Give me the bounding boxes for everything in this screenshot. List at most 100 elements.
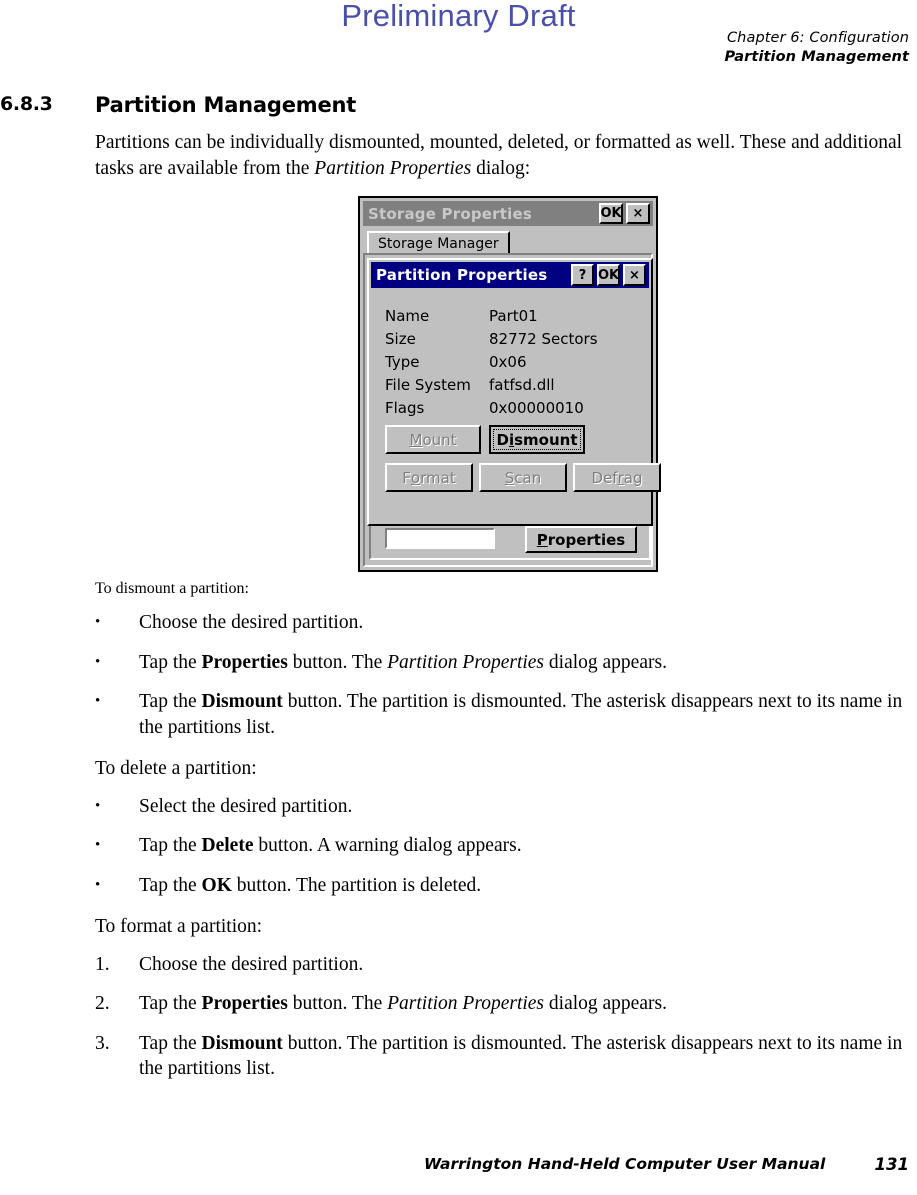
header-section-line: Partition Management [724, 49, 909, 65]
list-item-text: Select the desired partition. [139, 794, 915, 820]
text-italic: Partition Properties [387, 651, 545, 673]
list-item: • Tap the Dismount button. The partition… [95, 689, 915, 740]
storage-properties-title: Storage Properties [368, 204, 532, 223]
partition-properties-titlebar: Partition Properties ? OK × [371, 262, 649, 288]
tab-storage-manager[interactable]: Storage Manager [367, 231, 510, 254]
page-footer: Warrington Hand-Held Computer User Manua… [0, 1155, 917, 1179]
field-value-name: Part01 [489, 306, 538, 325]
list-item: 2. Tap the Properties button. The Partit… [95, 991, 915, 1017]
list-marker: 1. [95, 953, 110, 975]
procedure-format: To format a partition: 1. Choose the des… [95, 914, 915, 1082]
mount-button[interactable]: Mount [385, 425, 481, 454]
partition-field-list: Name Part01 Size 82772 Sectors Type 0x06… [385, 304, 643, 419]
intro-paragraph: Partitions can be individually dismounte… [95, 130, 915, 181]
text-bold: Delete [201, 835, 254, 856]
body-content: Partitions can be individually dismounte… [95, 130, 915, 181]
list-marker: • [95, 614, 101, 630]
format-prefix: F [402, 468, 411, 487]
list-marker: 2. [95, 993, 110, 1014]
storage-properties-window: Storage Properties OK × Storage Manager … [360, 198, 661, 570]
list-item-text: Tap the Properties button. The Partition… [139, 650, 915, 676]
dismount-prefix: D [496, 430, 509, 449]
list-item: 3. Tap the Dismount button. The partitio… [95, 1031, 915, 1082]
list-item: • Tap the Properties button. The Partiti… [95, 650, 915, 676]
list-item: 1. Choose the desired partition. [95, 952, 915, 978]
page-title: Partition Management [95, 93, 357, 117]
field-row: Name Part01 [385, 304, 643, 327]
procedures-section: To dismount a partition: • Choose the de… [95, 580, 915, 1082]
text-bold: Properties [201, 993, 288, 1014]
list-item: • Choose the desired partition. [95, 610, 915, 636]
text-mid: button. The [287, 651, 388, 673]
text-bold: OK [201, 874, 232, 896]
format-button[interactable]: Fo rmat [385, 463, 473, 492]
field-label-file-system: File System [385, 375, 471, 394]
field-label-size: Size [385, 329, 416, 348]
partition-close-icon[interactable]: × [623, 264, 646, 286]
properties-button-mnemonic: P [536, 530, 548, 549]
properties-button-suffix: roperties [547, 530, 626, 549]
list-marker: 3. [95, 1032, 110, 1054]
partition-properties-dialog: Partition Properties ? OK × Name Part01 … [367, 258, 661, 526]
storage-close-icon[interactable]: × [626, 203, 650, 224]
list-marker: • [95, 653, 101, 670]
list-item: • Select the desired partition. [95, 794, 915, 820]
text-pre: Select the desired partition. [139, 795, 353, 817]
field-value-type: 0x06 [489, 352, 527, 371]
defrag-suffix: ag [623, 468, 643, 487]
procedure-lead: To dismount a partition: [95, 580, 249, 597]
text-post: dialog appears. [544, 651, 667, 673]
text-post: dialog appears. [544, 993, 667, 1014]
text-pre: Tap the [139, 874, 202, 896]
field-value-size: 82772 Sectors [489, 329, 598, 348]
text-bold: Dismount [201, 1032, 283, 1054]
text-italic: Partition Properties [387, 993, 545, 1014]
mount-suffix: ount [422, 430, 457, 449]
procedure-lead: To delete a partition: [95, 758, 257, 779]
list-item-text: Tap the Properties button. The Partition… [139, 991, 915, 1017]
text-mid: button. A warning dialog appears. [253, 835, 522, 856]
scan-suffix: can [514, 468, 542, 487]
defrag-prefix: Def [591, 468, 618, 487]
text-pre: Tap the [139, 691, 202, 712]
field-label-flags: Flags [385, 398, 425, 417]
partition-properties-title: Partition Properties [376, 266, 548, 284]
dismount-button[interactable]: Di smount [489, 425, 585, 454]
field-label-name: Name [385, 306, 430, 325]
procedure-lead: To format a partition: [95, 916, 263, 937]
field-row: Flags 0x00000010 [385, 396, 643, 419]
partition-properties-screenshot: Storage Properties OK × Storage Manager … [358, 196, 661, 572]
field-value-file-system: fatfsd.dll [489, 375, 555, 394]
mount-mnemonic: M [409, 430, 423, 449]
field-value-flags: 0x00000010 [489, 398, 584, 417]
partition-action-buttons: Mount Di smount Fo rmat Scan Def r ag [385, 425, 661, 505]
section-number: 6.8.3 [0, 93, 53, 115]
procedure-dismount: To dismount a partition: • Choose the de… [95, 580, 915, 740]
text-pre: Choose the desired partition. [139, 612, 364, 633]
intro-text-b: dialog: [471, 157, 531, 179]
partition-list-input[interactable] [385, 528, 495, 549]
section-heading: 6.8.3 Partition Management [0, 93, 917, 123]
header-chapter-line: Chapter 6: Configuration [726, 30, 909, 46]
defrag-button[interactable]: Def r ag [573, 463, 661, 492]
format-mnemonic: o [410, 468, 421, 487]
intro-italic: Partition Properties [314, 157, 472, 179]
list-item-text: Choose the desired partition. [139, 610, 915, 636]
list-item-text: Tap the OK button. The partition is dele… [139, 873, 915, 899]
field-label-type: Type [385, 352, 420, 371]
text-mid: button. The [287, 993, 388, 1014]
list-item-text: Tap the Dismount button. The partition i… [139, 689, 915, 740]
scan-button[interactable]: Scan [479, 463, 567, 492]
storage-ok-button[interactable]: OK [599, 203, 623, 224]
partition-ok-button[interactable]: OK [597, 264, 620, 286]
field-row: Size 82772 Sectors [385, 327, 643, 350]
list-item-text: Choose the desired partition. [139, 952, 915, 978]
help-icon[interactable]: ? [571, 264, 594, 286]
scan-mnemonic: S [504, 468, 515, 487]
field-row: Type 0x06 [385, 350, 643, 373]
list-marker: • [95, 876, 101, 893]
text-bold: Properties [201, 651, 288, 673]
list-item: • Tap the Delete button. A warning dialo… [95, 833, 915, 859]
storage-tabstrip: Storage Manager [363, 229, 653, 254]
properties-button[interactable]: Properties [525, 526, 637, 553]
